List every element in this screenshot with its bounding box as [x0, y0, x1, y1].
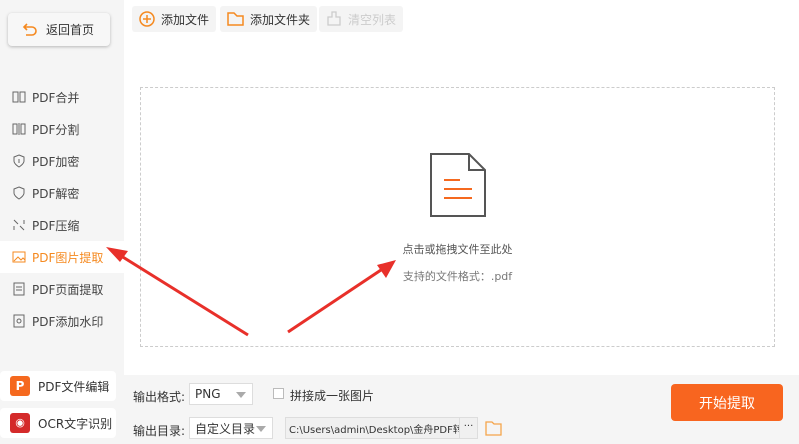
- nav-list: PDF合并 PDF分割 PDF加密 PDF解密 PDF压缩 PDF图片提取 PD…: [0, 81, 124, 337]
- clear-list-button[interactable]: 清空列表: [319, 6, 404, 32]
- add-file-button[interactable]: 添加文件: [132, 6, 217, 32]
- nav-item-page-extract[interactable]: PDF页面提取: [0, 273, 124, 305]
- nav-label: PDF解密: [32, 186, 80, 201]
- start-extract-button[interactable]: 开始提取: [671, 384, 783, 421]
- dir-label: 输出目录:: [133, 424, 186, 438]
- ocr-eye-icon: ◉: [10, 413, 30, 433]
- nav-label: PDF添加水印: [32, 314, 104, 329]
- nav-label: PDF压缩: [32, 218, 80, 233]
- split-icon: [12, 123, 26, 135]
- drop-zone[interactable]: 点击或拖拽文件至此处 支持的文件格式：.pdf: [140, 87, 775, 347]
- folder-icon: [227, 12, 244, 26]
- lock-shield-icon: [13, 154, 25, 168]
- app-label: OCR文字识别: [38, 416, 113, 431]
- document-icon: [430, 153, 486, 217]
- app-ocr[interactable]: ◉ OCR文字识别: [0, 408, 116, 438]
- format-label: 输出格式:: [133, 390, 186, 404]
- output-path-field[interactable]: C:\Users\admin\Desktop\金舟PDF转换 ···: [285, 417, 478, 439]
- options-bar: 输出格式: PNG 拼接成一张图片 输出目录: 自定义目录 C:\Users\a…: [124, 375, 799, 444]
- merge-label: 拼接成一张图片: [290, 389, 375, 403]
- back-home-label: 返回首页: [46, 23, 95, 37]
- dir-mode-value: 自定义目录: [195, 421, 256, 436]
- nav-label: PDF页面提取: [32, 282, 104, 297]
- nav-item-decrypt[interactable]: PDF解密: [0, 177, 124, 209]
- back-home-button[interactable]: 返回首页: [8, 13, 110, 46]
- nav-item-compress[interactable]: PDF压缩: [0, 209, 124, 241]
- nav-item-encrypt[interactable]: PDF加密: [0, 145, 124, 177]
- main-panel: 添加文件 添加文件夹 清空列表 点击或拖拽文件至此处 支持的文件格式：.pdf: [124, 0, 799, 375]
- format-select[interactable]: PNG: [189, 383, 253, 405]
- merge-checkbox[interactable]: [273, 388, 284, 399]
- compress-icon: [13, 219, 25, 231]
- nav-label: PDF图片提取: [32, 250, 104, 265]
- pdf-editor-icon: P: [10, 376, 30, 396]
- chevron-down-icon: [236, 392, 246, 398]
- format-value: PNG: [195, 387, 221, 401]
- nav-label: PDF加密: [32, 154, 80, 169]
- add-folder-label: 添加文件夹: [250, 12, 311, 27]
- nav-item-split[interactable]: PDF分割: [0, 113, 124, 145]
- clear-list-label: 清空列表: [348, 12, 397, 27]
- nav-label: PDF分割: [32, 122, 80, 137]
- watermark-icon: [13, 314, 25, 328]
- app-pdf-editor[interactable]: P PDF文件编辑: [0, 371, 116, 401]
- unlock-shield-icon: [13, 186, 25, 200]
- chevron-down-icon: [256, 426, 266, 432]
- image-icon: [12, 251, 26, 263]
- add-file-label: 添加文件: [161, 12, 210, 27]
- sidebar: 返回首页 PDF合并 PDF分割 PDF加密 PDF解密 PDF压缩 PDF图片…: [0, 0, 124, 444]
- page-icon: [13, 282, 25, 296]
- open-folder-icon[interactable]: [485, 421, 502, 436]
- nav-label: PDF合并: [32, 90, 80, 105]
- drop-hint: 点击或拖拽文件至此处: [402, 243, 513, 256]
- merge-icon: [12, 91, 26, 103]
- nav-item-merge[interactable]: PDF合并: [0, 81, 124, 113]
- back-arrow-icon: [22, 22, 37, 36]
- nav-item-watermark[interactable]: PDF添加水印: [0, 305, 124, 337]
- supported-formats: 支持的文件格式：.pdf: [402, 270, 513, 283]
- broom-icon: [327, 11, 341, 26]
- plus-circle-icon: [139, 11, 155, 27]
- output-path: C:\Users\admin\Desktop\金舟PDF转换: [289, 424, 473, 436]
- app-label: PDF文件编辑: [38, 379, 110, 394]
- browse-more-button[interactable]: ···: [459, 418, 477, 438]
- dir-mode-select[interactable]: 自定义目录: [189, 417, 273, 439]
- nav-item-image-extract[interactable]: PDF图片提取: [0, 241, 124, 273]
- add-folder-button[interactable]: 添加文件夹: [220, 6, 318, 32]
